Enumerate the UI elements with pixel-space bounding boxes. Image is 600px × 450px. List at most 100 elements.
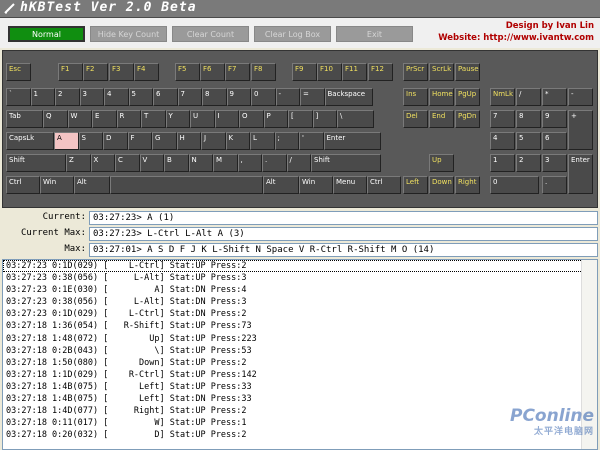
- log-row[interactable]: 03:27:18 0:20(032) [ D] Stat:UP Press:2: [3, 429, 597, 441]
- current-row: Current: 03:27:23> A (1): [0, 210, 600, 226]
- key-42: T: [141, 110, 166, 128]
- key-85: Shift: [311, 154, 381, 172]
- title-bar[interactable]: hKBTest Ver 2.0 Beta: [0, 0, 600, 18]
- key-66: K: [225, 132, 250, 150]
- key-37: Tab: [6, 110, 43, 128]
- key-35: *: [542, 88, 567, 106]
- key-71: 4: [490, 132, 515, 150]
- key-40: E: [92, 110, 117, 128]
- key-20: 4: [104, 88, 129, 106]
- key-25: 9: [226, 88, 251, 106]
- key-88: 2: [516, 154, 541, 172]
- key-58: CapsLk: [6, 132, 54, 150]
- max-row: Max: 03:27:01> A S D F J K L-Shift N Spa…: [0, 242, 600, 258]
- log-row[interactable]: 03:27:18 0:2B(043) [ \] Stat:UP Press:53: [3, 345, 597, 357]
- key-64: H: [176, 132, 201, 150]
- key-31: Home: [429, 88, 454, 106]
- log-row[interactable]: 03:27:23 0:38(056) [ L-Alt] Stat:DN Pres…: [3, 296, 597, 308]
- key-3: F3: [109, 63, 134, 81]
- keyboard-panel: Esc F1 F2 F3 F4 F5 F6 F7 F8 F9 F10 F11 F12 PrScr ScrLk…: [2, 50, 598, 208]
- key-77: C: [115, 154, 140, 172]
- key-space: [110, 176, 263, 194]
- key-91: Ctrl: [6, 176, 40, 194]
- key-34: /: [516, 88, 541, 106]
- clear-count-button[interactable]: Clear Count: [172, 26, 249, 42]
- key-76: X: [90, 154, 115, 172]
- key-56: 9: [542, 110, 567, 128]
- key-63: G: [152, 132, 177, 150]
- log-row[interactable]: 03:27:18 1:48(072) [ Up] Stat:UP Press:2…: [3, 333, 597, 345]
- key-51: Del: [403, 110, 428, 128]
- key-68: ;: [274, 132, 299, 150]
- key-49: ]: [312, 110, 337, 128]
- log-row[interactable]: 03:27:18 1:1D(029) [ R-Ctrl] Stat:UP Pre…: [3, 369, 597, 381]
- log-row[interactable]: 03:27:18 1:50(080) [ Down] Stat:UP Press…: [3, 357, 597, 369]
- key-79: B: [164, 154, 189, 172]
- key-89: 3: [542, 154, 567, 172]
- log-row[interactable]: 03:27:18 1:36(054) [ R-Shift] Stat:UP Pr…: [3, 320, 597, 332]
- key-52: End: [429, 110, 454, 128]
- key-29: Backspace: [324, 88, 373, 106]
- log-row[interactable]: 03:27:18 0:11(017) [ W] Stat:UP Press:1: [3, 417, 597, 429]
- key-18: 2: [55, 88, 80, 106]
- key-0: Esc: [6, 63, 31, 81]
- key-22: 6: [153, 88, 178, 106]
- key-65: J: [201, 132, 226, 150]
- exit-button[interactable]: Exit: [336, 26, 413, 42]
- key-82: ,: [237, 154, 262, 172]
- log-row[interactable]: 03:27:23 0:38(056) [ L-Alt] Stat:UP Pres…: [3, 272, 597, 284]
- key-36: -: [568, 88, 593, 106]
- key-67: L: [250, 132, 275, 150]
- key-19: 3: [79, 88, 104, 106]
- key-26: 0: [251, 88, 276, 106]
- key-39: W: [67, 110, 92, 128]
- key-15: Pause: [455, 63, 480, 81]
- key-46: O: [239, 110, 264, 128]
- key-69: ': [299, 132, 324, 150]
- key-70: Enter: [323, 132, 381, 150]
- key-102: .: [542, 176, 567, 194]
- key-92: Win: [40, 176, 74, 194]
- key-33: NmLk: [490, 88, 515, 106]
- current-max-label: Current Max:: [20, 228, 86, 238]
- key-95: Win: [299, 176, 333, 194]
- max-value: 03:27:01> A S D F J K L-Shift N Space V …: [89, 243, 598, 257]
- key-72: 5: [516, 132, 541, 150]
- hide-key-count-button[interactable]: Hide Key Count: [90, 26, 167, 42]
- key-83: .: [262, 154, 287, 172]
- key-59: A: [54, 132, 79, 150]
- key-47: P: [263, 110, 288, 128]
- website-link[interactable]: Website: http://www.ivantw.com: [438, 32, 594, 44]
- key-74: Shift: [6, 154, 66, 172]
- key-75: Z: [66, 154, 91, 172]
- key-100: Right: [455, 176, 480, 194]
- log-row[interactable]: 03:27:23 0:1E(030) [ A] Stat:DN Press:4: [3, 284, 597, 296]
- log-row[interactable]: 03:27:18 1:4B(075) [ Left] Stat:UP Press…: [3, 381, 597, 393]
- watermark-sub: 太平洋电脑网: [533, 427, 594, 437]
- key-1: F1: [58, 63, 83, 81]
- log-row[interactable]: 03:27:18 1:4D(077) [ Right] Stat:UP Pres…: [3, 405, 597, 417]
- key-97: Ctrl: [367, 176, 401, 194]
- key-96: Menu: [333, 176, 367, 194]
- key-24: 8: [202, 88, 227, 106]
- key-28: =: [300, 88, 325, 106]
- log-box[interactable]: 03:27:23 0:1D(029) [ L-Ctrl] Stat:UP Pre…: [2, 259, 598, 450]
- key-6: F6: [200, 63, 225, 81]
- watermark-brand: PConline: [509, 406, 594, 426]
- key-48: [: [288, 110, 313, 128]
- log-row[interactable]: 03:27:23 0:1D(029) [ L-Ctrl] Stat:UP Pre…: [3, 260, 597, 273]
- key-12: F12: [368, 63, 393, 81]
- key-54: 7: [490, 110, 515, 128]
- normal-button[interactable]: Normal: [8, 26, 85, 42]
- key-101: 0: [490, 176, 539, 194]
- log-row[interactable]: 03:27:18 1:4B(075) [ Left] Stat:DN Press…: [3, 393, 597, 405]
- key-13: PrScr: [403, 63, 428, 81]
- key-32: PgUp: [455, 88, 480, 106]
- clear-log-button[interactable]: Clear Log Box: [254, 26, 331, 42]
- key-98: Left: [403, 176, 428, 194]
- key-17: 1: [30, 88, 55, 106]
- key-23: 7: [177, 88, 202, 106]
- key-62: F: [127, 132, 152, 150]
- log-row[interactable]: 03:27:23 0:1D(029) [ L-Ctrl] Stat:DN Pre…: [3, 308, 597, 320]
- key-41: R: [116, 110, 141, 128]
